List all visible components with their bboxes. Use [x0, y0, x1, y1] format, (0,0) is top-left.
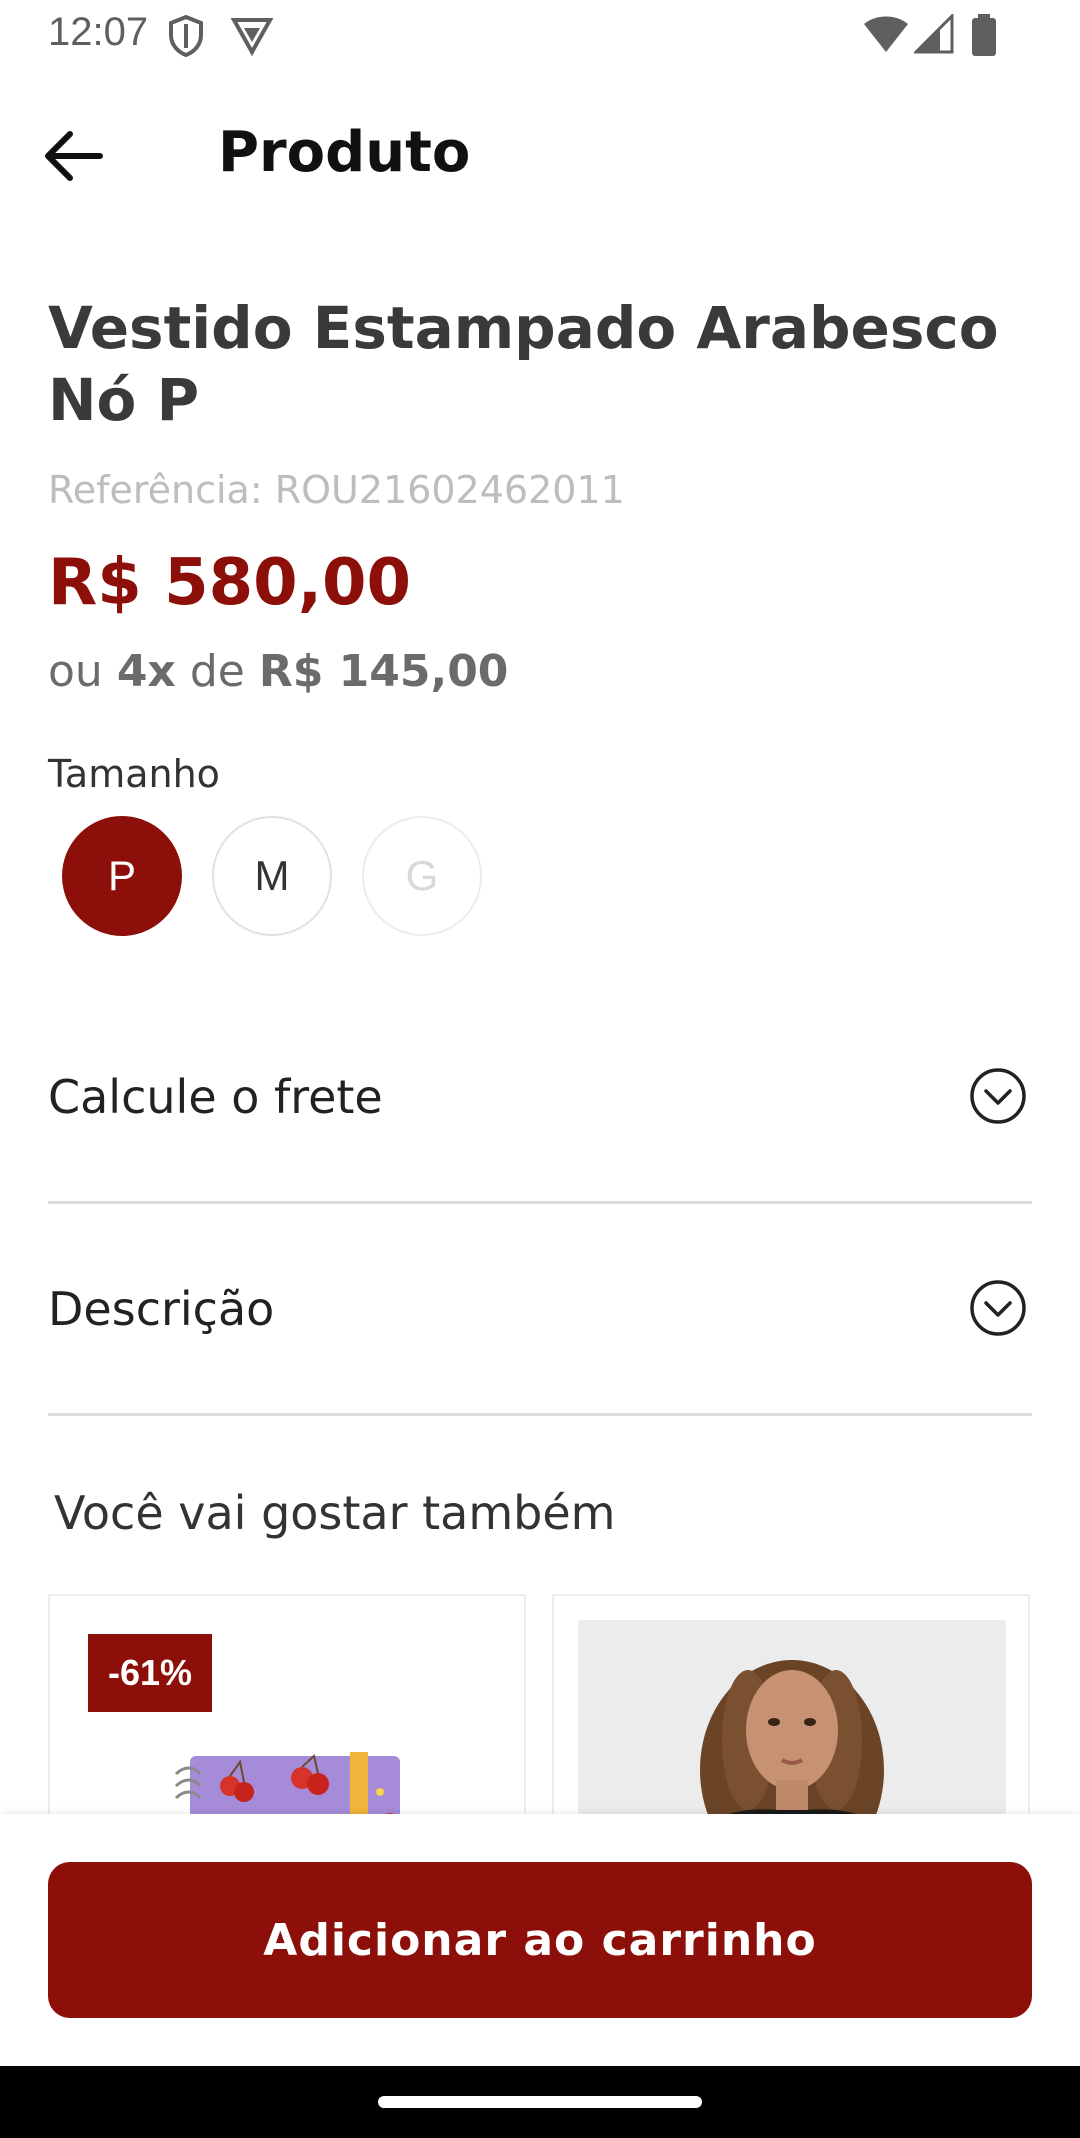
installments-amount: R$ 145,00 [258, 646, 509, 697]
chevron-down-circle-icon [968, 1278, 1028, 1338]
arrow-left-icon [40, 128, 104, 188]
back-button[interactable] [40, 118, 130, 198]
home-gesture-handle[interactable] [378, 2096, 702, 2108]
bottom-action-bar: Adicionar ao carrinho [0, 1814, 1080, 2068]
description-accordion-label: Descrição [48, 1282, 275, 1336]
size-option-g[interactable]: G [362, 816, 482, 936]
product-screen: 12:07 Produto Vestido Estampado Arabesco… [0, 0, 1080, 2138]
product-reference: Referência: ROU21602462011 [48, 468, 625, 512]
installments-count: 4x [116, 646, 176, 697]
vpn-badge-icon [230, 14, 274, 62]
recommendation-card[interactable] [552, 1594, 1030, 1834]
recommendation-card[interactable]: -61% [48, 1594, 526, 1834]
size-option-p[interactable]: P [62, 816, 182, 936]
recommendations-title: Você vai gostar também [54, 1486, 616, 1540]
status-time: 12:07 [48, 10, 149, 54]
shipping-accordion[interactable]: Calcule o frete [48, 1046, 1032, 1204]
size-selector: P M G [62, 816, 482, 936]
size-option-m[interactable]: M [212, 816, 332, 936]
discount-badge: -61% [88, 1634, 212, 1712]
shipping-accordion-label: Calcule o frete [48, 1070, 383, 1124]
chevron-down-circle-icon [968, 1066, 1028, 1126]
product-price: R$ 580,00 [48, 546, 412, 620]
battery-icon [970, 14, 998, 60]
description-accordion[interactable]: Descrição [48, 1258, 1032, 1416]
app-header: Produto [0, 90, 1080, 220]
woman-portrait-image [578, 1620, 1006, 1834]
product-title: Vestido Estampado Arabesco Nó P [48, 294, 999, 434]
add-to-cart-button[interactable]: Adicionar ao carrinho [48, 1862, 1032, 2018]
page-title: Produto [218, 120, 471, 185]
wifi-icon [862, 14, 910, 58]
installments-middle: de [189, 646, 245, 697]
installments-prefix: ou [48, 646, 103, 697]
size-label: Tamanho [48, 752, 220, 796]
system-nav-bar [0, 2066, 1080, 2138]
installments-text: ou 4x de R$ 145,00 [48, 646, 508, 697]
shield-icon [166, 14, 206, 62]
signal-icon [912, 12, 954, 58]
status-bar: 12:07 [0, 0, 1080, 72]
